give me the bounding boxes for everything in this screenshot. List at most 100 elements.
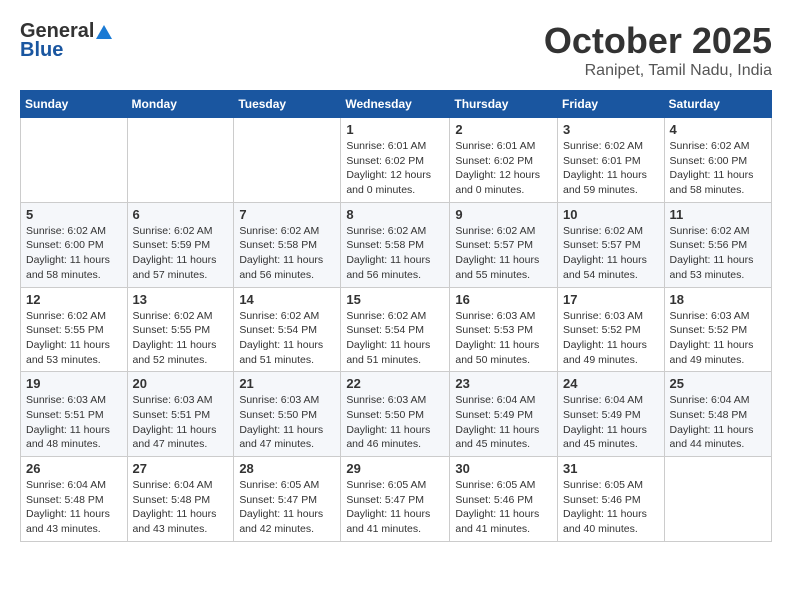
page-header: General Blue October 2025 Ranipet, Tamil… xyxy=(20,20,772,80)
day-number: 1 xyxy=(346,122,444,137)
title-area: October 2025 Ranipet, Tamil Nadu, India xyxy=(544,20,772,80)
day-number: 20 xyxy=(133,376,229,391)
calendar-week-5: 26Sunrise: 6:04 AM Sunset: 5:48 PM Dayli… xyxy=(21,457,772,542)
calendar-week-4: 19 Sunrise: 6:03 AM Sunset: 5:51 PM Dayli… xyxy=(21,372,772,457)
calendar-cell: 15 Sunrise: 6:02 AM Sunset: 5:54 PM Dayli… xyxy=(341,287,450,372)
day-info: Sunrise: 6:05 AM Sunset: 5:47 PM Dayligh… xyxy=(239,478,335,537)
day-number: 24 xyxy=(563,376,659,391)
day-number: 11 xyxy=(670,207,766,222)
day-number: 5 xyxy=(26,207,122,222)
calendar-cell: 22Sunrise: 6:03 AM Sunset: 5:50 PM Dayli… xyxy=(341,372,450,457)
logo-blue: Blue xyxy=(20,39,63,62)
day-number: 13 xyxy=(133,292,229,307)
day-info: Sunrise: 6:02 AM Sunset: 5:55 PM Dayligh… xyxy=(26,309,122,368)
day-info: Sunrise: 6:04 AM Sunset: 5:48 PM Dayligh… xyxy=(133,478,229,537)
calendar-cell: 14Sunrise: 6:02 AM Sunset: 5:54 PM Dayli… xyxy=(234,287,341,372)
day-number: 19 xyxy=(26,376,122,391)
day-info: Sunrise: 6:03 AM Sunset: 5:50 PM Dayligh… xyxy=(346,393,444,452)
day-number: 12 xyxy=(26,292,122,307)
day-number: 17 xyxy=(563,292,659,307)
calendar-cell: 23 Sunrise: 6:04 AM Sunset: 5:49 PM Dayli… xyxy=(450,372,558,457)
day-number: 15 xyxy=(346,292,444,307)
day-info: Sunrise: 6:02 AM Sunset: 5:55 PM Dayligh… xyxy=(133,309,229,368)
calendar-cell: 21 Sunrise: 6:03 AM Sunset: 5:50 PM Dayli… xyxy=(234,372,341,457)
calendar-cell: 3 Sunrise: 6:02 AM Sunset: 6:01 PM Daylig… xyxy=(558,118,665,203)
day-info: Sunrise: 6:04 AM Sunset: 5:48 PM Dayligh… xyxy=(26,478,122,537)
calendar-cell: 7 Sunrise: 6:02 AM Sunset: 5:58 PM Daylig… xyxy=(234,202,341,287)
day-info: Sunrise: 6:02 AM Sunset: 5:57 PM Dayligh… xyxy=(563,224,659,283)
day-info: Sunrise: 6:02 AM Sunset: 5:58 PM Dayligh… xyxy=(346,224,444,283)
calendar-cell xyxy=(127,118,234,203)
day-info: Sunrise: 6:02 AM Sunset: 6:00 PM Dayligh… xyxy=(26,224,122,283)
calendar-cell: 9 Sunrise: 6:02 AM Sunset: 5:57 PM Daylig… xyxy=(450,202,558,287)
day-number: 21 xyxy=(239,376,335,391)
day-info: Sunrise: 6:04 AM Sunset: 5:49 PM Dayligh… xyxy=(563,393,659,452)
day-info: Sunrise: 6:05 AM Sunset: 5:46 PM Dayligh… xyxy=(563,478,659,537)
day-info: Sunrise: 6:01 AM Sunset: 6:02 PM Dayligh… xyxy=(346,139,444,198)
calendar-cell: 25 Sunrise: 6:04 AM Sunset: 5:48 PM Dayli… xyxy=(664,372,771,457)
day-info: Sunrise: 6:03 AM Sunset: 5:50 PM Dayligh… xyxy=(239,393,335,452)
calendar-header-sunday: Sunday xyxy=(21,91,128,118)
day-number: 29 xyxy=(346,461,444,476)
calendar-cell: 6 Sunrise: 6:02 AM Sunset: 5:59 PM Daylig… xyxy=(127,202,234,287)
day-info: Sunrise: 6:02 AM Sunset: 5:54 PM Dayligh… xyxy=(346,309,444,368)
day-number: 3 xyxy=(563,122,659,137)
calendar-header-tuesday: Tuesday xyxy=(234,91,341,118)
day-number: 4 xyxy=(670,122,766,137)
day-info: Sunrise: 6:01 AM Sunset: 6:02 PM Dayligh… xyxy=(455,139,552,198)
day-info: Sunrise: 6:05 AM Sunset: 5:47 PM Dayligh… xyxy=(346,478,444,537)
calendar-cell: 13 Sunrise: 6:02 AM Sunset: 5:55 PM Dayli… xyxy=(127,287,234,372)
calendar-cell: 4 Sunrise: 6:02 AM Sunset: 6:00 PM Daylig… xyxy=(664,118,771,203)
day-info: Sunrise: 6:02 AM Sunset: 5:56 PM Dayligh… xyxy=(670,224,766,283)
day-number: 31 xyxy=(563,461,659,476)
day-number: 23 xyxy=(455,376,552,391)
day-info: Sunrise: 6:02 AM Sunset: 5:57 PM Dayligh… xyxy=(455,224,552,283)
calendar-cell xyxy=(21,118,128,203)
day-number: 16 xyxy=(455,292,552,307)
calendar-header-thursday: Thursday xyxy=(450,91,558,118)
calendar-cell: 27 Sunrise: 6:04 AM Sunset: 5:48 PM Dayli… xyxy=(127,457,234,542)
calendar-cell: 12 Sunrise: 6:02 AM Sunset: 5:55 PM Dayli… xyxy=(21,287,128,372)
calendar-week-1: 1 Sunrise: 6:01 AM Sunset: 6:02 PM Daylig… xyxy=(21,118,772,203)
day-info: Sunrise: 6:02 AM Sunset: 6:00 PM Dayligh… xyxy=(670,139,766,198)
day-number: 14 xyxy=(239,292,335,307)
calendar-cell: 30 Sunrise: 6:05 AM Sunset: 5:46 PM Dayli… xyxy=(450,457,558,542)
day-number: 28 xyxy=(239,461,335,476)
day-number: 9 xyxy=(455,207,552,222)
calendar-cell xyxy=(664,457,771,542)
day-info: Sunrise: 6:03 AM Sunset: 5:53 PM Dayligh… xyxy=(455,309,552,368)
day-info: Sunrise: 6:05 AM Sunset: 5:46 PM Dayligh… xyxy=(455,478,552,537)
calendar-header-wednesday: Wednesday xyxy=(341,91,450,118)
calendar-cell: 24 Sunrise: 6:04 AM Sunset: 5:49 PM Dayli… xyxy=(558,372,665,457)
day-number: 6 xyxy=(133,207,229,222)
day-info: Sunrise: 6:04 AM Sunset: 5:48 PM Dayligh… xyxy=(670,393,766,452)
day-info: Sunrise: 6:02 AM Sunset: 5:59 PM Dayligh… xyxy=(133,224,229,283)
calendar-cell: 5 Sunrise: 6:02 AM Sunset: 6:00 PM Daylig… xyxy=(21,202,128,287)
calendar-cell: 20Sunrise: 6:03 AM Sunset: 5:51 PM Dayli… xyxy=(127,372,234,457)
calendar-cell: 26Sunrise: 6:04 AM Sunset: 5:48 PM Dayli… xyxy=(21,457,128,542)
day-number: 8 xyxy=(346,207,444,222)
calendar-cell: 1 Sunrise: 6:01 AM Sunset: 6:02 PM Daylig… xyxy=(341,118,450,203)
calendar-cell: 16 Sunrise: 6:03 AM Sunset: 5:53 PM Dayli… xyxy=(450,287,558,372)
calendar-cell: 17 Sunrise: 6:03 AM Sunset: 5:52 PM Dayli… xyxy=(558,287,665,372)
day-info: Sunrise: 6:04 AM Sunset: 5:49 PM Dayligh… xyxy=(455,393,552,452)
day-info: Sunrise: 6:03 AM Sunset: 5:51 PM Dayligh… xyxy=(26,393,122,452)
day-number: 27 xyxy=(133,461,229,476)
day-number: 30 xyxy=(455,461,552,476)
day-number: 18 xyxy=(670,292,766,307)
calendar-cell: 19 Sunrise: 6:03 AM Sunset: 5:51 PM Dayli… xyxy=(21,372,128,457)
day-number: 25 xyxy=(670,376,766,391)
calendar-cell: 31 Sunrise: 6:05 AM Sunset: 5:46 PM Dayli… xyxy=(558,457,665,542)
calendar-cell: 28 Sunrise: 6:05 AM Sunset: 5:47 PM Dayli… xyxy=(234,457,341,542)
calendar-table: SundayMondayTuesdayWednesdayThursdayFrid… xyxy=(20,90,772,542)
calendar-cell: 2Sunrise: 6:01 AM Sunset: 6:02 PM Daylig… xyxy=(450,118,558,203)
logo: General Blue xyxy=(20,20,114,62)
day-info: Sunrise: 6:03 AM Sunset: 5:52 PM Dayligh… xyxy=(563,309,659,368)
day-info: Sunrise: 6:02 AM Sunset: 5:58 PM Dayligh… xyxy=(239,224,335,283)
calendar-header-row: SundayMondayTuesdayWednesdayThursdayFrid… xyxy=(21,91,772,118)
calendar-cell: 8 Sunrise: 6:02 AM Sunset: 5:58 PM Daylig… xyxy=(341,202,450,287)
day-info: Sunrise: 6:02 AM Sunset: 6:01 PM Dayligh… xyxy=(563,139,659,198)
day-number: 7 xyxy=(239,207,335,222)
calendar-week-2: 5 Sunrise: 6:02 AM Sunset: 6:00 PM Daylig… xyxy=(21,202,772,287)
calendar-cell: 10Sunrise: 6:02 AM Sunset: 5:57 PM Dayli… xyxy=(558,202,665,287)
